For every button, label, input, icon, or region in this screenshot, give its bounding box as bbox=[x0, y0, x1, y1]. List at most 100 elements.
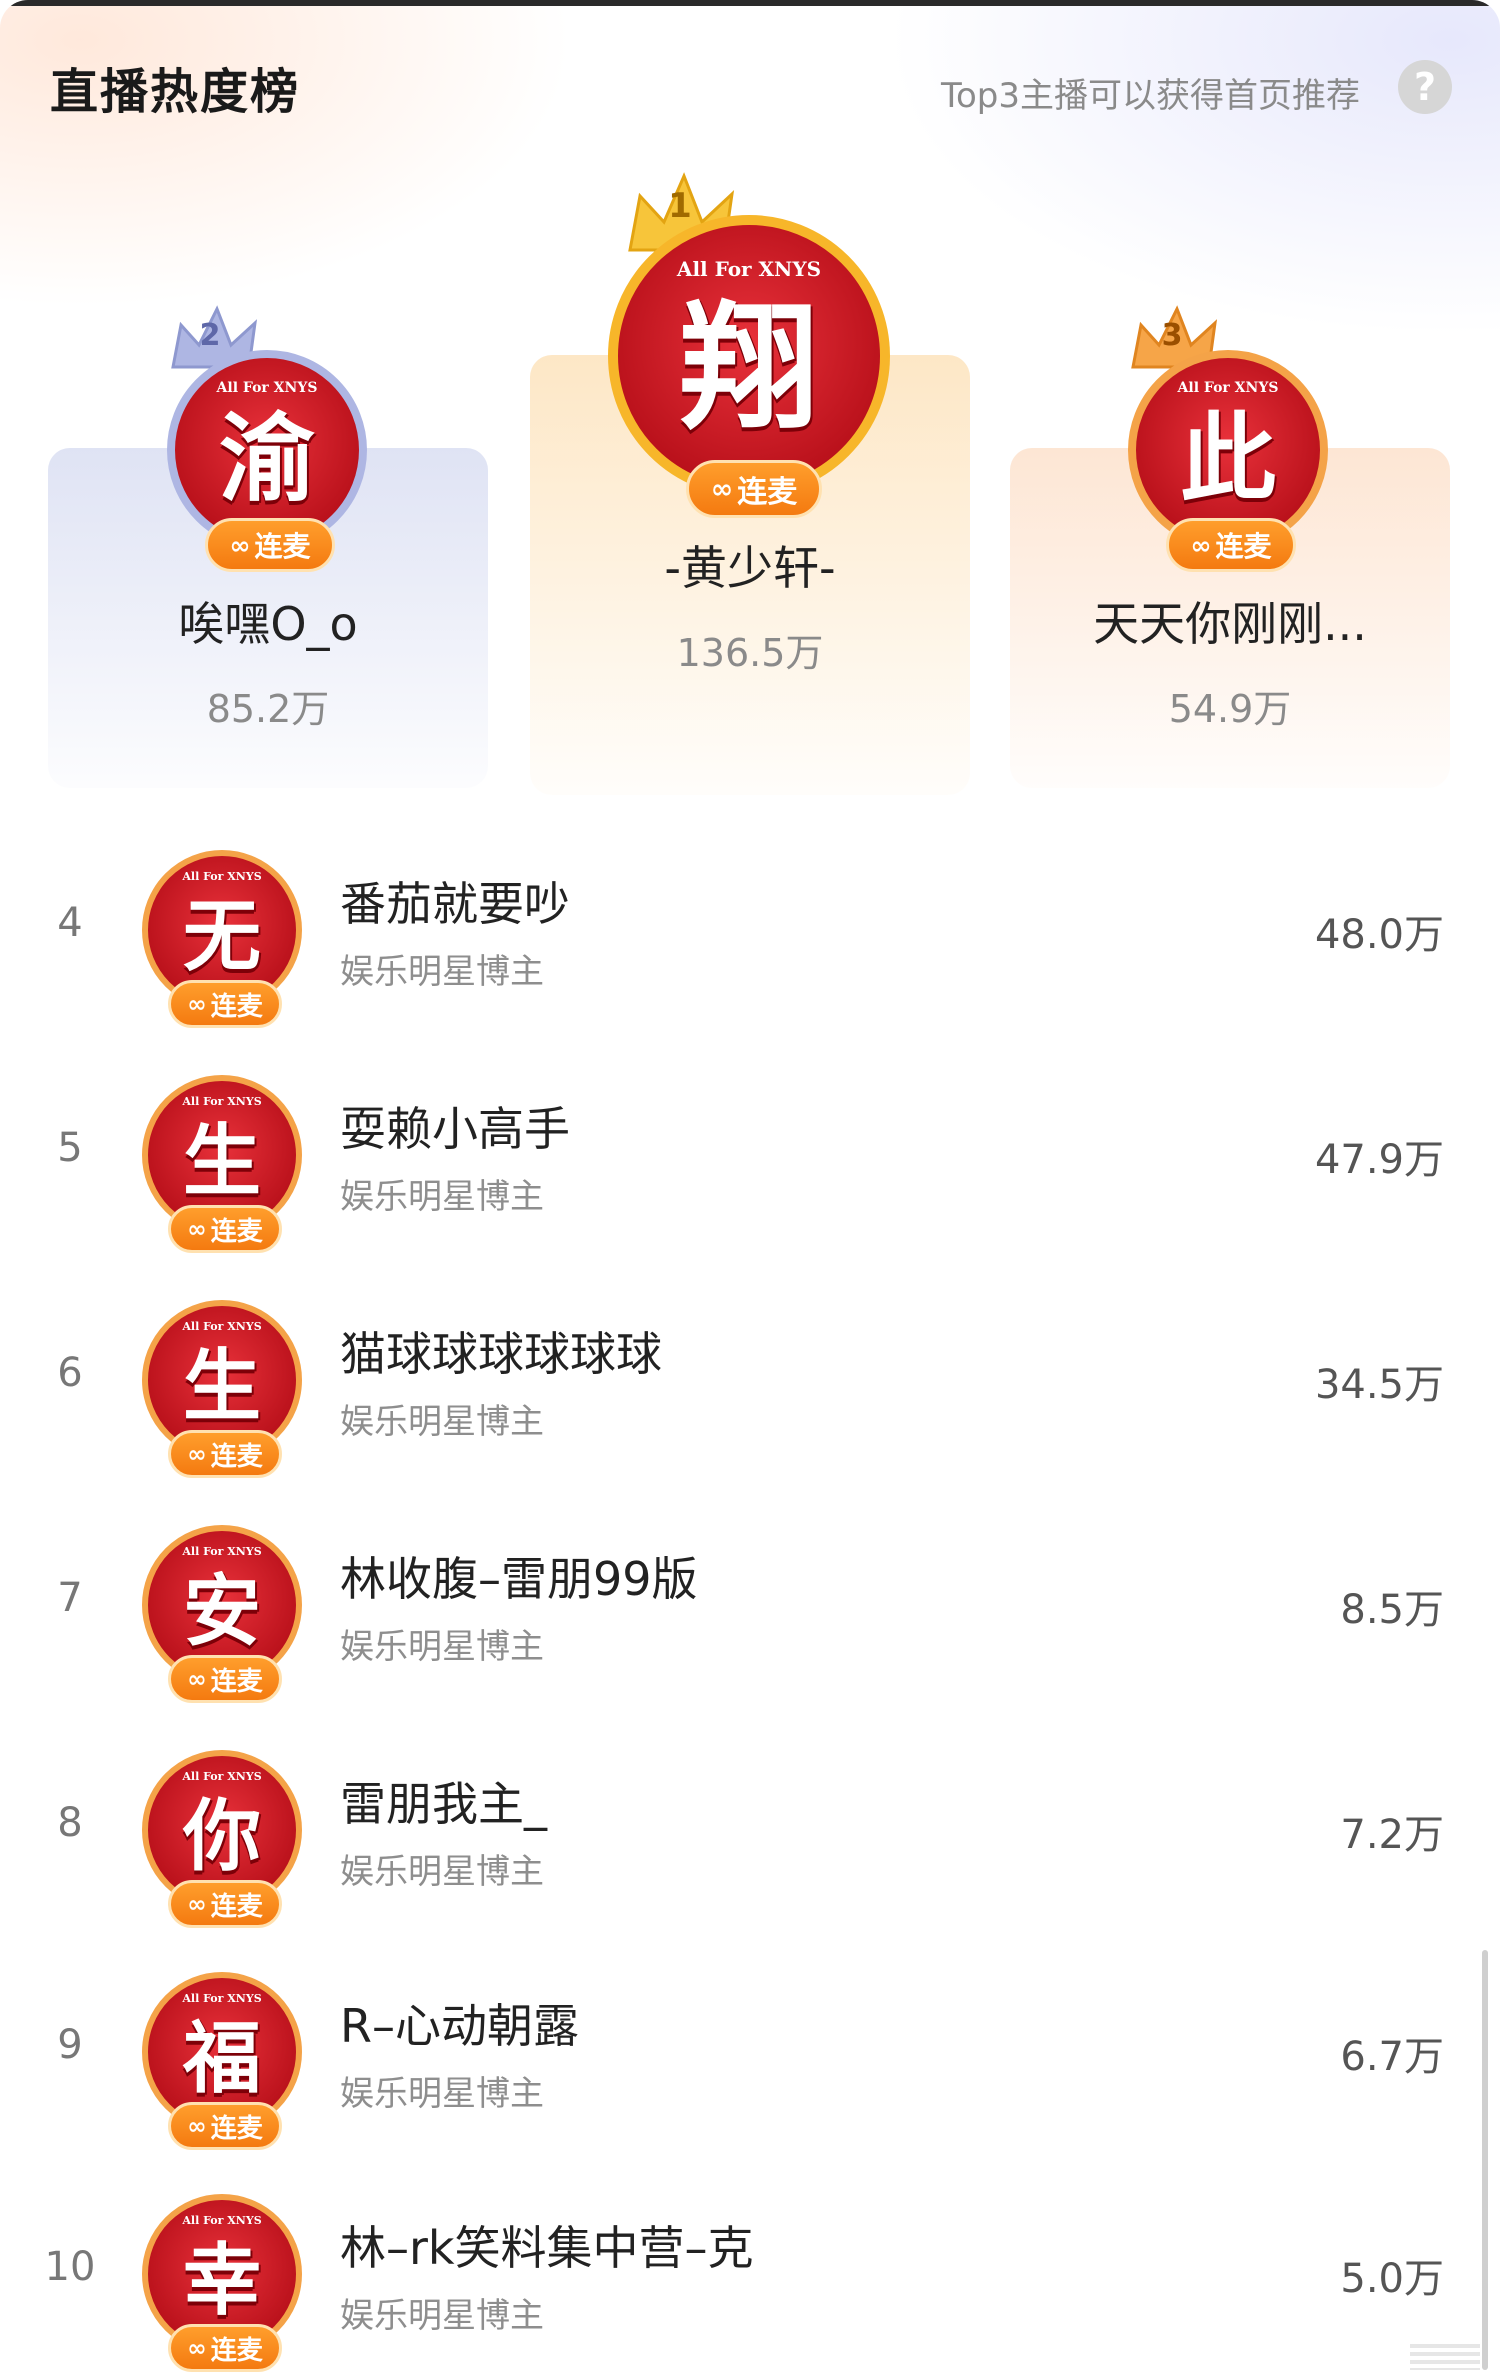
link-mic-badge: ∞ 连麦 bbox=[168, 980, 282, 1028]
link-mic-badge: ∞ 连麦 bbox=[686, 460, 822, 518]
avatar-glyph: 安 bbox=[182, 1566, 261, 1657]
badge-label: 连麦 bbox=[1215, 530, 1272, 563]
infinity-link-icon: ∞ bbox=[187, 2112, 207, 2140]
list-item[interactable]: 7 All For XNYS 安 ∞ 连麦 林收腹–雷朋99版 娱乐明星博主 8.… bbox=[0, 1513, 1500, 1713]
avatar-tagline: All For XNYS bbox=[1177, 380, 1279, 396]
streamer-category: 娱乐明星博主 bbox=[340, 1627, 544, 1667]
streamer-name: 猫球球球球球球 bbox=[340, 1327, 662, 1381]
podium-name-1: -黄少轩- bbox=[664, 541, 836, 595]
avatar-glyph: 生 bbox=[182, 1116, 261, 1207]
avatar-tagline: All For XNYS bbox=[182, 1545, 262, 1558]
streamer-category: 娱乐明星博主 bbox=[340, 2074, 544, 2114]
streamer-name: 林–rk笑料集中营–克 bbox=[340, 2221, 754, 2275]
infinity-link-icon: ∞ bbox=[187, 990, 207, 1018]
heat-score: 34.5万 bbox=[1314, 1362, 1444, 1408]
list-item[interactable]: 5 All For XNYS 生 ∞ 连麦 耍赖小高手 娱乐明星博主 47.9万 bbox=[0, 1063, 1500, 1263]
rank-number: 6 bbox=[57, 1350, 83, 1396]
podium-rank-2: 2 bbox=[199, 318, 221, 353]
podium-name-3: 天天你刚刚... bbox=[1093, 597, 1367, 651]
heat-score: 8.5万 bbox=[1340, 1587, 1444, 1633]
avatar[interactable]: All For XNYS 翔 bbox=[608, 215, 890, 497]
rank-number: 5 bbox=[57, 1125, 83, 1171]
top-edge bbox=[0, 0, 1500, 6]
avatar-glyph: 无 bbox=[182, 891, 261, 982]
streamer-name: 耍赖小高手 bbox=[340, 1102, 570, 1156]
heat-score: 7.2万 bbox=[1340, 1812, 1444, 1858]
rank-number: 4 bbox=[57, 900, 83, 946]
avatar-glyph: 福 bbox=[182, 2013, 261, 2104]
badge-label: 连麦 bbox=[254, 530, 311, 563]
streamer-category: 娱乐明星博主 bbox=[340, 1177, 544, 1217]
link-mic-badge: ∞ 连麦 bbox=[168, 1430, 282, 1478]
infinity-link-icon: ∞ bbox=[187, 1890, 207, 1918]
heat-score: 47.9万 bbox=[1314, 1137, 1444, 1183]
link-mic-badge: ∞ 连麦 bbox=[168, 1880, 282, 1928]
badge-label: 连麦 bbox=[210, 1891, 263, 1922]
infinity-link-icon: ∞ bbox=[187, 1215, 207, 1243]
streamer-name: R–心动朝露 bbox=[340, 1999, 579, 2053]
heat-score: 6.7万 bbox=[1340, 2034, 1444, 2080]
link-mic-badge: ∞ 连麦 bbox=[205, 518, 335, 572]
streamer-category: 娱乐明星博主 bbox=[340, 952, 544, 992]
link-mic-badge: ∞ 连麦 bbox=[168, 2102, 282, 2150]
badge-label: 连麦 bbox=[210, 1441, 263, 1472]
infinity-link-icon: ∞ bbox=[187, 1440, 207, 1468]
scrollbar[interactable] bbox=[1482, 1950, 1488, 2370]
avatar-glyph: 翔 bbox=[679, 286, 818, 449]
link-mic-badge: ∞ 连麦 bbox=[1166, 518, 1296, 572]
badge-label: 连麦 bbox=[210, 1216, 263, 1247]
infinity-link-icon: ∞ bbox=[710, 473, 734, 505]
podium-rank-1: 1 bbox=[668, 186, 692, 226]
streamer-category: 娱乐明星博主 bbox=[340, 2296, 544, 2336]
link-mic-badge: ∞ 连麦 bbox=[168, 1655, 282, 1703]
list-item[interactable]: 10 All For XNYS 幸 ∞ 连麦 林–rk笑料集中营–克 娱乐明星博主… bbox=[0, 2182, 1500, 2380]
avatar-glyph: 此 bbox=[1180, 401, 1276, 515]
avatar-glyph: 渝 bbox=[219, 401, 315, 515]
podium-rank-3: 3 bbox=[1161, 318, 1183, 353]
rank-number: 9 bbox=[57, 2022, 83, 2068]
avatar-tagline: All For XNYS bbox=[182, 1320, 262, 1333]
avatar-glyph: 你 bbox=[182, 1791, 261, 1882]
heat-score: 5.0万 bbox=[1340, 2256, 1444, 2302]
infinity-link-icon: ∞ bbox=[187, 1665, 207, 1693]
list-item[interactable]: 9 All For XNYS 福 ∞ 连麦 R–心动朝露 娱乐明星博主 6.7万 bbox=[0, 1960, 1500, 2160]
avatar-tagline: All For XNYS bbox=[182, 1992, 262, 2005]
avatar-tagline: All For XNYS bbox=[182, 870, 262, 883]
rank-number: 7 bbox=[57, 1575, 83, 1621]
list-item[interactable]: 4 All For XNYS 无 ∞ 连麦 番茄就要吵 娱乐明星博主 48.0万 bbox=[0, 838, 1500, 1038]
rank-number: 10 bbox=[44, 2244, 96, 2290]
avatar-tagline: All For XNYS bbox=[216, 380, 318, 396]
top3-hint: Top3主播可以获得首页推荐 bbox=[940, 76, 1360, 116]
rank-number: 8 bbox=[57, 1800, 83, 1846]
avatar-tagline: All For XNYS bbox=[182, 1770, 262, 1783]
link-mic-badge: ∞ 连麦 bbox=[168, 2324, 282, 2372]
avatar-glyph: 生 bbox=[182, 1341, 261, 1432]
podium-score-2: 85.2万 bbox=[206, 687, 330, 731]
badge-label: 连麦 bbox=[210, 2335, 263, 2366]
badge-label: 连麦 bbox=[210, 1666, 263, 1697]
infinity-link-icon: ∞ bbox=[187, 2334, 207, 2362]
streamer-name: 林收腹–雷朋99版 bbox=[340, 1552, 698, 1606]
help-icon[interactable]: ? bbox=[1398, 60, 1452, 114]
infinity-link-icon: ∞ bbox=[1190, 530, 1212, 560]
streamer-category: 娱乐明星博主 bbox=[340, 1402, 544, 1442]
leaderboard-panel: 直播热度榜 Top3主播可以获得首页推荐 ? 2 All For XNYS 渝 … bbox=[0, 0, 1500, 2380]
page-title: 直播热度榜 bbox=[50, 64, 301, 120]
podium-score-3: 54.9万 bbox=[1168, 687, 1292, 731]
streamer-category: 娱乐明星博主 bbox=[340, 1852, 544, 1892]
heat-score: 48.0万 bbox=[1314, 912, 1444, 958]
podium-score-1: 136.5万 bbox=[676, 631, 824, 675]
avatar-tagline: All For XNYS bbox=[182, 2214, 262, 2227]
infinity-link-icon: ∞ bbox=[229, 530, 251, 560]
avatar-glyph: 幸 bbox=[182, 2235, 261, 2326]
avatar-tagline: All For XNYS bbox=[676, 257, 822, 281]
streamer-name: 番茄就要吵 bbox=[340, 877, 570, 931]
link-mic-badge: ∞ 连麦 bbox=[168, 1205, 282, 1253]
podium-name-2: 唉嘿O_o bbox=[178, 597, 358, 651]
badge-label: 连麦 bbox=[210, 2113, 263, 2144]
list-item[interactable]: 8 All For XNYS 你 ∞ 连麦 雷朋我主_ 娱乐明星博主 7.2万 bbox=[0, 1738, 1500, 1938]
avatar-tagline: All For XNYS bbox=[182, 1095, 262, 1108]
home-indicator bbox=[1410, 2344, 1480, 2370]
badge-label: 连麦 bbox=[737, 475, 798, 510]
list-item[interactable]: 6 All For XNYS 生 ∞ 连麦 猫球球球球球球 娱乐明星博主 34.5… bbox=[0, 1288, 1500, 1488]
